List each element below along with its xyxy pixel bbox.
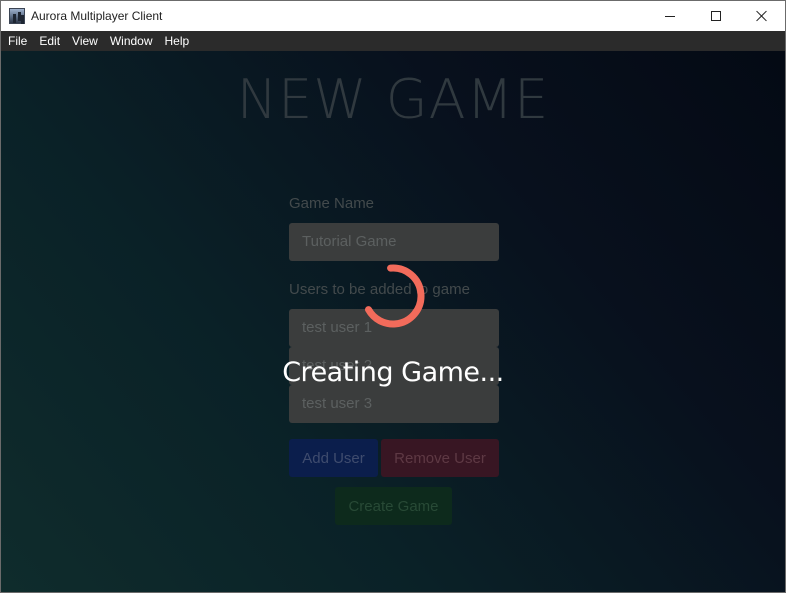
game-name-label: Game Name — [289, 195, 375, 212]
menu-edit[interactable]: Edit — [33, 31, 66, 51]
close-icon — [756, 10, 768, 22]
maximize-button[interactable] — [693, 1, 739, 31]
minimize-button[interactable] — [647, 1, 693, 31]
menu-bar: File Edit View Window Help — [1, 31, 785, 51]
menu-view[interactable]: View — [66, 31, 104, 51]
user-field-3[interactable]: test user 3 — [289, 385, 499, 423]
remove-user-button[interactable]: Remove User — [381, 439, 499, 477]
game-name-input[interactable]: Tutorial Game — [289, 223, 499, 261]
minimize-icon — [665, 15, 675, 17]
maximize-icon — [711, 11, 721, 21]
add-user-button[interactable]: Add User — [289, 439, 378, 477]
loading-spinner-icon — [361, 264, 425, 328]
new-game-page: NEW GAME Game Name Tutorial Game Users t… — [1, 51, 785, 592]
menu-file[interactable]: File — [2, 31, 33, 51]
create-game-button[interactable]: Create Game — [335, 487, 452, 525]
menu-help[interactable]: Help — [159, 31, 196, 51]
title-bar[interactable]: Aurora Multiplayer Client — [1, 1, 785, 31]
close-button[interactable] — [739, 1, 785, 31]
window-title: Aurora Multiplayer Client — [31, 9, 163, 23]
page-title: NEW GAME — [236, 68, 550, 131]
loading-message: Creating Game... — [282, 357, 504, 388]
menu-window[interactable]: Window — [104, 31, 159, 51]
app-window: Aurora Multiplayer Client File Edit View… — [0, 0, 786, 593]
aurora-app-icon — [9, 8, 25, 24]
